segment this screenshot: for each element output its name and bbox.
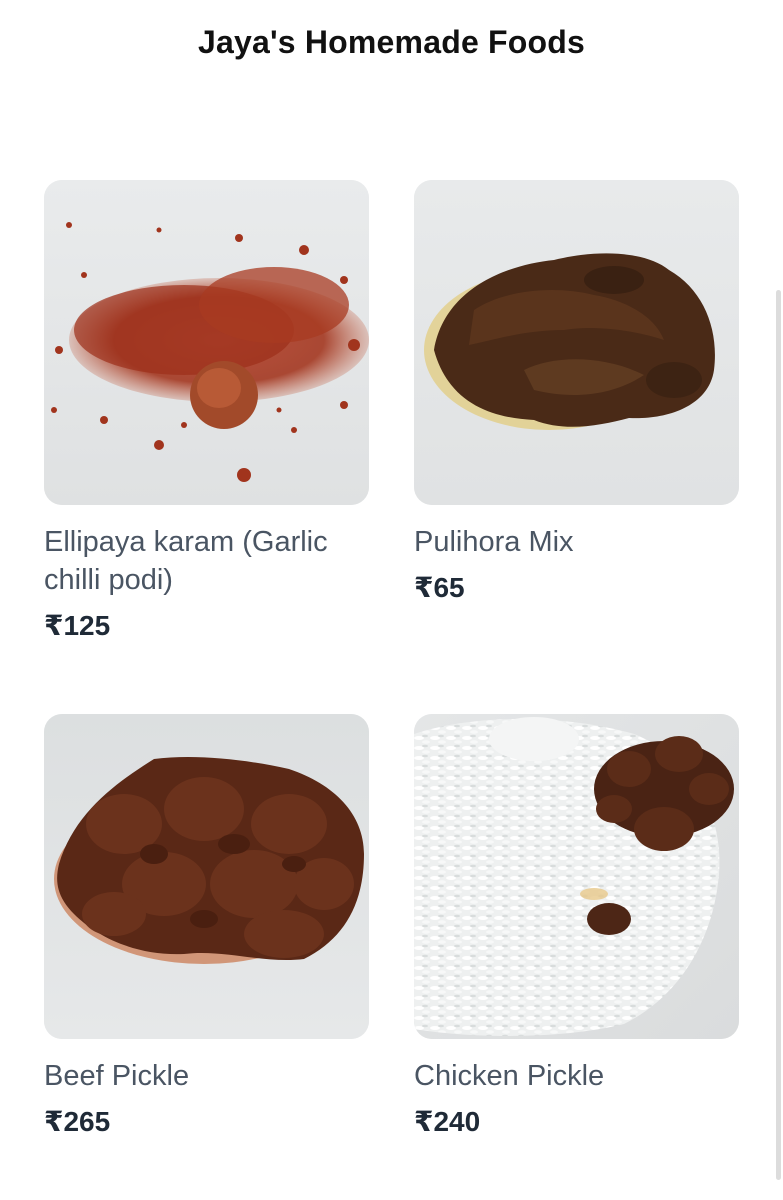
product-name: Ellipaya karam (Garlic chilli podi) (44, 526, 328, 596)
product-name: Chicken Pickle (414, 1060, 605, 1092)
chicken-pickle-photo (414, 714, 739, 1039)
pulihora-mix-photo (414, 180, 739, 505)
product-card-pulihora-mix[interactable]: Pulihora Mix ₹65 (414, 180, 739, 604)
product-name: Beef Pickle (44, 1060, 190, 1092)
product-card-chicken-pickle[interactable]: Chicken Pickle ₹240 (414, 714, 739, 1138)
product-card-ellipaya-karam[interactable]: Ellipaya karam (Garlic chilli podi) ₹125 (44, 180, 369, 642)
product-catalog-page: Jaya's Homemade Foods Ellipaya karam (Ga… (0, 0, 783, 1200)
scrollbar[interactable] (776, 290, 781, 1180)
beef-pickle-photo (44, 714, 369, 1039)
product-image[interactable] (414, 714, 739, 1039)
product-image[interactable] (44, 714, 369, 1039)
product-price: ₹125 (44, 610, 111, 641)
product-name: Pulihora Mix (414, 526, 574, 558)
product-image[interactable] (44, 180, 369, 505)
product-card-beef-pickle[interactable]: Beef Pickle ₹265 (44, 714, 369, 1138)
product-image[interactable] (414, 180, 739, 505)
product-price: ₹65 (414, 572, 465, 603)
page-title: Jaya's Homemade Foods (197, 24, 586, 60)
product-price: ₹240 (414, 1106, 481, 1137)
garlic-chilli-podi-photo (44, 180, 369, 505)
product-price: ₹265 (44, 1106, 111, 1137)
